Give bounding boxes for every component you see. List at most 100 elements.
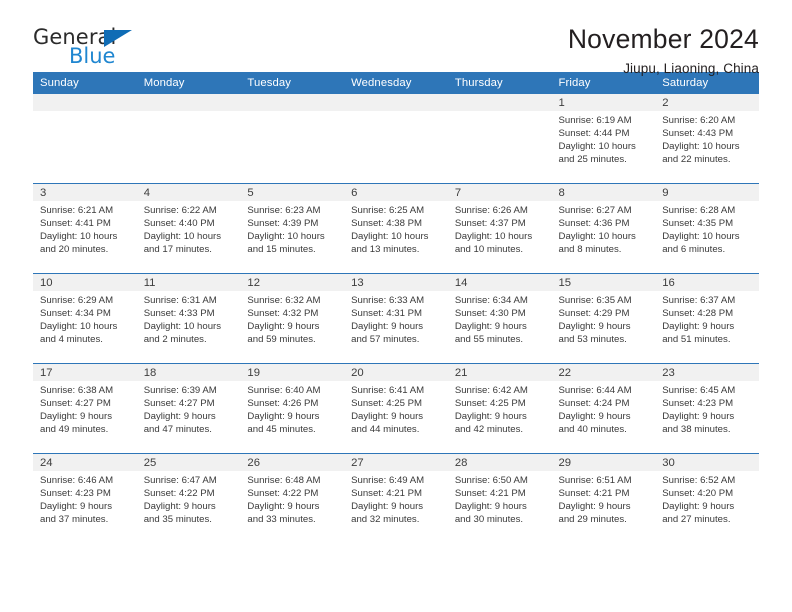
calendar-day-cell[interactable]: 1 Sunrise: 6:19 AM Sunset: 4:44 PM Daylight… <box>551 94 656 184</box>
calendar-day-cell[interactable]: 16 Sunrise: 6:37 AM Sunset: 4:28 PM Dayligh… <box>655 273 759 364</box>
daylight-text-line1: Daylight: 9 hours <box>351 500 424 512</box>
day-details: Sunrise: 6:20 AM Sunset: 4:43 PM Daylight:… <box>655 111 759 167</box>
sunset-text: Sunset: 4:24 PM <box>558 397 630 409</box>
calendar-day-cell[interactable]: 27 Sunrise: 6:49 AM Sunset: 4:21 PM Dayligh… <box>344 453 448 543</box>
day-details: Sunrise: 6:26 AM Sunset: 4:37 PM Daylight:… <box>448 201 552 257</box>
daylight-text-line2: and 29 minutes. <box>558 513 627 525</box>
daylight-text-line2: and 40 minutes. <box>558 423 627 435</box>
calendar-day-cell[interactable]: 2 Sunrise: 6:20 AM Sunset: 4:43 PM Daylight… <box>655 94 759 184</box>
day-number: 25 <box>136 454 241 471</box>
calendar-day-cell[interactable]: 28 Sunrise: 6:50 AM Sunset: 4:21 PM Dayligh… <box>447 453 552 543</box>
calendar-day-cell[interactable]: 26 Sunrise: 6:48 AM Sunset: 4:22 PM Dayligh… <box>240 453 345 543</box>
day-number: 20 <box>344 364 448 381</box>
calendar-week-row: 10 Sunrise: 6:29 AM Sunset: 4:34 PM Dayligh… <box>33 273 759 364</box>
daylight-text-line1: Daylight: 10 hours <box>247 230 325 242</box>
calendar-day-cell[interactable]: 12 Sunrise: 6:32 AM Sunset: 4:32 PM Dayligh… <box>240 273 345 364</box>
calendar-day-cell-empty <box>344 94 448 184</box>
day-number: 21 <box>447 364 552 381</box>
daylight-text-line2: and 32 minutes. <box>351 513 420 525</box>
daylight-text-line1: Daylight: 10 hours <box>143 230 222 242</box>
daylight-text-line2: and 59 minutes. <box>247 333 316 345</box>
calendar-day-cell[interactable]: 9 Sunrise: 6:28 AM Sunset: 4:35 PM Daylight… <box>655 183 759 274</box>
day-number: 1 <box>551 94 656 111</box>
sunset-text: Sunset: 4:26 PM <box>247 397 319 409</box>
calendar-day-cell[interactable]: 3 Sunrise: 6:21 AM Sunset: 4:41 PM Daylight… <box>33 183 137 274</box>
day-number: 15 <box>551 274 656 291</box>
sunrise-text: Sunrise: 6:38 AM <box>40 385 114 396</box>
calendar-week-row: 17 Sunrise: 6:38 AM Sunset: 4:27 PM Dayligh… <box>33 363 759 454</box>
day-details: Sunrise: 6:38 AM Sunset: 4:27 PM Daylight:… <box>33 381 137 437</box>
day-number <box>136 94 241 111</box>
sunrise-text: Sunrise: 6:19 AM <box>558 115 632 126</box>
daylight-text-line2: and 33 minutes. <box>247 513 316 525</box>
calendar-day-cell[interactable]: 13 Sunrise: 6:33 AM Sunset: 4:31 PM Dayligh… <box>344 273 448 364</box>
daylight-text-line1: Daylight: 9 hours <box>558 410 631 422</box>
daylight-text-line2: and 53 minutes. <box>558 333 627 345</box>
sunset-text: Sunset: 4:44 PM <box>558 127 630 139</box>
day-details: Sunrise: 6:34 AM Sunset: 4:30 PM Daylight:… <box>448 291 552 347</box>
weekday-header-tuesday: Tuesday <box>240 72 345 94</box>
sunrise-text: Sunrise: 6:49 AM <box>351 475 425 486</box>
day-number: 12 <box>240 274 345 291</box>
daylight-text-line2: and 44 minutes. <box>351 423 420 435</box>
daylight-text-line1: Daylight: 9 hours <box>247 320 320 332</box>
general-blue-logo[interactable]: General Blue <box>33 25 141 71</box>
sunrise-text: Sunrise: 6:20 AM <box>662 115 736 126</box>
daylight-text-line1: Daylight: 9 hours <box>143 500 216 512</box>
day-details: Sunrise: 6:49 AM Sunset: 4:21 PM Daylight:… <box>344 471 448 527</box>
calendar-day-cell[interactable]: 19 Sunrise: 6:40 AM Sunset: 4:26 PM Dayligh… <box>240 363 345 454</box>
calendar-day-cell[interactable]: 23 Sunrise: 6:45 AM Sunset: 4:23 PM Dayligh… <box>655 363 759 454</box>
weekday-header-sunday: Sunday <box>33 72 137 94</box>
day-details: Sunrise: 6:52 AM Sunset: 4:20 PM Daylight:… <box>655 471 759 527</box>
calendar-week-row: 24 Sunrise: 6:46 AM Sunset: 4:23 PM Dayligh… <box>33 453 759 543</box>
calendar-day-cell[interactable]: 21 Sunrise: 6:42 AM Sunset: 4:25 PM Dayligh… <box>447 363 552 454</box>
sunset-text: Sunset: 4:30 PM <box>454 307 526 319</box>
day-details: Sunrise: 6:44 AM Sunset: 4:24 PM Daylight:… <box>552 381 656 437</box>
sunrise-text: Sunrise: 6:50 AM <box>454 475 528 486</box>
day-number: 30 <box>655 454 759 471</box>
daylight-text-line2: and 25 minutes. <box>558 153 627 165</box>
calendar-day-cell[interactable]: 5 Sunrise: 6:23 AM Sunset: 4:39 PM Daylight… <box>240 183 345 274</box>
day-number: 17 <box>33 364 137 381</box>
daylight-text-line1: Daylight: 10 hours <box>143 320 222 332</box>
day-number <box>33 94 137 111</box>
sunrise-text: Sunrise: 6:23 AM <box>247 205 321 216</box>
calendar-day-cell[interactable]: 11 Sunrise: 6:31 AM Sunset: 4:33 PM Dayligh… <box>136 273 241 364</box>
calendar-day-cell[interactable]: 6 Sunrise: 6:25 AM Sunset: 4:38 PM Daylight… <box>344 183 448 274</box>
calendar-day-cell[interactable]: 15 Sunrise: 6:35 AM Sunset: 4:29 PM Dayligh… <box>551 273 656 364</box>
calendar-day-cell[interactable]: 8 Sunrise: 6:27 AM Sunset: 4:36 PM Daylight… <box>551 183 656 274</box>
sunrise-text: Sunrise: 6:21 AM <box>40 205 114 216</box>
weekday-header-wednesday: Wednesday <box>344 72 448 94</box>
calendar-day-cell[interactable]: 29 Sunrise: 6:51 AM Sunset: 4:21 PM Dayligh… <box>551 453 656 543</box>
daylight-text-line1: Daylight: 9 hours <box>351 320 424 332</box>
calendar-day-cell[interactable]: 17 Sunrise: 6:38 AM Sunset: 4:27 PM Dayligh… <box>33 363 137 454</box>
calendar-day-cell[interactable]: 25 Sunrise: 6:47 AM Sunset: 4:22 PM Dayligh… <box>136 453 241 543</box>
day-number: 22 <box>551 364 656 381</box>
page-title: November 2024 <box>567 24 759 54</box>
calendar-day-cell[interactable]: 24 Sunrise: 6:46 AM Sunset: 4:23 PM Dayligh… <box>33 453 137 543</box>
calendar-day-cell[interactable]: 10 Sunrise: 6:29 AM Sunset: 4:34 PM Dayligh… <box>33 273 137 364</box>
daylight-text-line2: and 30 minutes. <box>454 513 524 525</box>
logo-text-blue: Blue <box>69 44 116 68</box>
daylight-text-line1: Daylight: 9 hours <box>143 410 216 422</box>
sunset-text: Sunset: 4:27 PM <box>40 397 111 409</box>
calendar-day-cell[interactable]: 4 Sunrise: 6:22 AM Sunset: 4:40 PM Daylight… <box>136 183 241 274</box>
calendar-day-cell[interactable]: 22 Sunrise: 6:44 AM Sunset: 4:24 PM Dayligh… <box>551 363 656 454</box>
day-number <box>447 94 552 111</box>
calendar-day-cell[interactable]: 30 Sunrise: 6:52 AM Sunset: 4:20 PM Dayligh… <box>655 453 759 543</box>
weekday-header-thursday: Thursday <box>447 72 552 94</box>
calendar-day-cell[interactable]: 18 Sunrise: 6:39 AM Sunset: 4:27 PM Dayligh… <box>136 363 241 454</box>
sunrise-text: Sunrise: 6:40 AM <box>247 385 321 396</box>
day-number: 26 <box>240 454 345 471</box>
day-details: Sunrise: 6:37 AM Sunset: 4:28 PM Daylight:… <box>655 291 759 347</box>
calendar-day-cell[interactable]: 14 Sunrise: 6:34 AM Sunset: 4:30 PM Dayligh… <box>447 273 552 364</box>
sunset-text: Sunset: 4:40 PM <box>143 217 215 229</box>
day-details: Sunrise: 6:40 AM Sunset: 4:26 PM Daylight:… <box>240 381 344 437</box>
calendar-day-cell[interactable]: 20 Sunrise: 6:41 AM Sunset: 4:25 PM Dayligh… <box>344 363 448 454</box>
day-details: Sunrise: 6:41 AM Sunset: 4:25 PM Daylight:… <box>344 381 448 437</box>
sunset-text: Sunset: 4:37 PM <box>454 217 526 229</box>
daylight-text-line2: and 2 minutes. <box>143 333 207 345</box>
day-number: 7 <box>447 184 552 201</box>
calendar-day-cell[interactable]: 7 Sunrise: 6:26 AM Sunset: 4:37 PM Daylight… <box>447 183 552 274</box>
day-details: Sunrise: 6:46 AM Sunset: 4:23 PM Daylight:… <box>33 471 137 527</box>
